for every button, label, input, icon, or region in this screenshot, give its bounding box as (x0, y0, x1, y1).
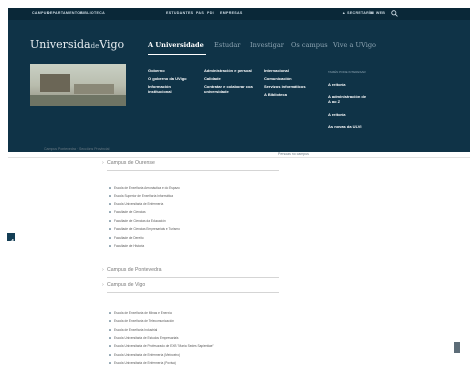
list-item[interactable]: Facultade de Ciencias (114, 210, 146, 214)
section-divider-vigo (107, 292, 279, 293)
list-item[interactable]: Escola de Enxeñaría de Telecomunicación (114, 319, 174, 323)
subheader-divider (8, 157, 470, 158)
menu-item-o-goberno[interactable]: O goberno da UVigo (148, 76, 188, 81)
right-item-reitoria-2[interactable]: A reitoría (328, 112, 345, 117)
menu-item-informacion-institucional[interactable]: Información institucional (148, 84, 188, 94)
section-campus-pontevedra[interactable]: Campus de Pontevedra (102, 267, 161, 273)
list-item[interactable]: Facultade de Ciencias Empresariais e Tur… (114, 227, 180, 231)
nav-investigar[interactable]: Investigar (250, 41, 284, 49)
list-bullet (109, 354, 111, 356)
list-item[interactable]: Escola Universitaria de Enfermería (114, 202, 163, 206)
topbar-link-pas[interactable]: PAS (196, 11, 204, 15)
list-item[interactable]: Escola de Enxeñaría Industrial (114, 328, 157, 332)
list-item[interactable]: Escola de Enxeñaría Aeronáutica e do Esp… (114, 186, 180, 190)
right-item-novas[interactable]: As novas da ULVI (328, 124, 362, 129)
top-utility-bar: CAMPUS DEPARTAMENTOS BIBLIOTECA ESTUDANT… (8, 8, 470, 20)
list-bullet (109, 237, 111, 239)
nav-os-campus[interactable]: Os campus (291, 41, 328, 49)
list-bullet (109, 329, 111, 331)
list-item[interactable]: Facultade de Ciencias da Educación (114, 219, 166, 223)
list-item[interactable]: Facultade de Dereito (114, 236, 144, 240)
list-bullet (109, 187, 111, 189)
menu-item-calidade[interactable]: Calidade (204, 76, 256, 81)
list-bullet (109, 312, 111, 314)
section-campus-vigo[interactable]: Campus de Vigo (102, 282, 145, 288)
list-item[interactable]: Escola Universitaria de Estudos Empresar… (114, 336, 179, 340)
campus-photo (30, 64, 126, 106)
breadcrumb-right-link[interactable]: Persoas no campus (278, 152, 309, 156)
topbar-link-estudantes[interactable]: ESTUDANTES (166, 11, 193, 15)
list-bullet (109, 320, 111, 322)
menu-column-2: Administración e persoal Calidade Contra… (204, 68, 256, 97)
right-item-reitoria[interactable]: A reitoría (328, 82, 345, 87)
right-column-heading: TAMÉN PODE INTERESAR (328, 70, 366, 74)
list-item[interactable]: Escola Universitaria de Enfermería (Meix… (114, 353, 180, 357)
university-logo[interactable]: UniversidadeVigo (30, 38, 124, 51)
list-bullet (109, 211, 111, 213)
search-icon[interactable] (391, 10, 398, 17)
list-bullet (109, 245, 111, 247)
topbar-link-miweb[interactable]: MI WEB (370, 11, 385, 15)
menu-item-administracion[interactable]: Administración e persoal (204, 68, 252, 73)
nav-vive-a-uvigo[interactable]: Vive a UVigo (333, 41, 376, 49)
list-item[interactable]: Facultade de Historia (114, 244, 144, 248)
share-icon (8, 239, 14, 245)
logo-text-1: Universida (30, 38, 91, 51)
breadcrumb[interactable]: Campus Pontevedra · Seccións Provincial (44, 147, 109, 151)
menu-item-contratar[interactable]: Contratar e colaborar coa universidade (204, 84, 256, 94)
topbar-link-departamentos[interactable]: DEPARTAMENTOS (47, 11, 83, 15)
menu-item-internacional[interactable]: Internacional (264, 68, 306, 73)
list-bullet (109, 362, 111, 364)
menu-item-goberno[interactable]: Goberno (148, 68, 188, 73)
list-item[interactable]: Escola Universitaria de Enfermería (Povi… (114, 361, 176, 365)
menu-item-comunicacion[interactable]: Comunicación (264, 76, 306, 81)
topbar-link-empresas[interactable]: EMPRESAS (220, 11, 243, 15)
scroll-to-top-button[interactable] (454, 342, 460, 353)
active-nav-indicator (148, 54, 206, 55)
topbar-link-biblioteca[interactable]: BIBLIOTECA (80, 11, 105, 15)
list-bullet (109, 203, 111, 205)
logo-text-de: de (90, 42, 100, 50)
logo-text-2: Vigo (99, 38, 125, 51)
list-item[interactable]: Escola de Enxeñaría de Minas e Enerxía (114, 311, 172, 315)
topbar-link-pdi[interactable]: PDI (207, 11, 214, 15)
menu-column-3: Internacional Comunicación Servizos info… (264, 68, 306, 100)
list-item[interactable]: Escola Superior de Enxeñaría Informática (114, 194, 173, 198)
list-item[interactable]: Escola Universitaria de Profesorado de E… (114, 344, 214, 348)
nav-a-universidade[interactable]: A Universidade (148, 41, 204, 49)
menu-column-1: Goberno O goberno da UVigo Información i… (148, 68, 188, 97)
section-divider-pontevedra (107, 277, 279, 278)
list-bullet (109, 345, 111, 347)
nav-estudar[interactable]: Estudar (214, 41, 240, 49)
section-divider-ourense (107, 170, 279, 171)
header-panel: CAMPUS DEPARTAMENTOS BIBLIOTECA ESTUDANT… (8, 8, 470, 152)
menu-item-servizos-informaticos[interactable]: Servizos informáticos (264, 84, 306, 89)
list-bullet (109, 228, 111, 230)
section-campus-ourense[interactable]: Campus de Ourense (102, 160, 155, 166)
share-button[interactable] (7, 233, 15, 245)
list-bullet (109, 195, 111, 197)
right-item-administracion-a-z[interactable]: A administración de A ao Z (328, 94, 368, 104)
topbar-link-secretaria[interactable]: ▲ SECRETARÍA (342, 11, 373, 15)
list-bullet (109, 220, 111, 222)
menu-item-biblioteca[interactable]: A Biblioteca (264, 92, 306, 97)
list-bullet (109, 337, 111, 339)
